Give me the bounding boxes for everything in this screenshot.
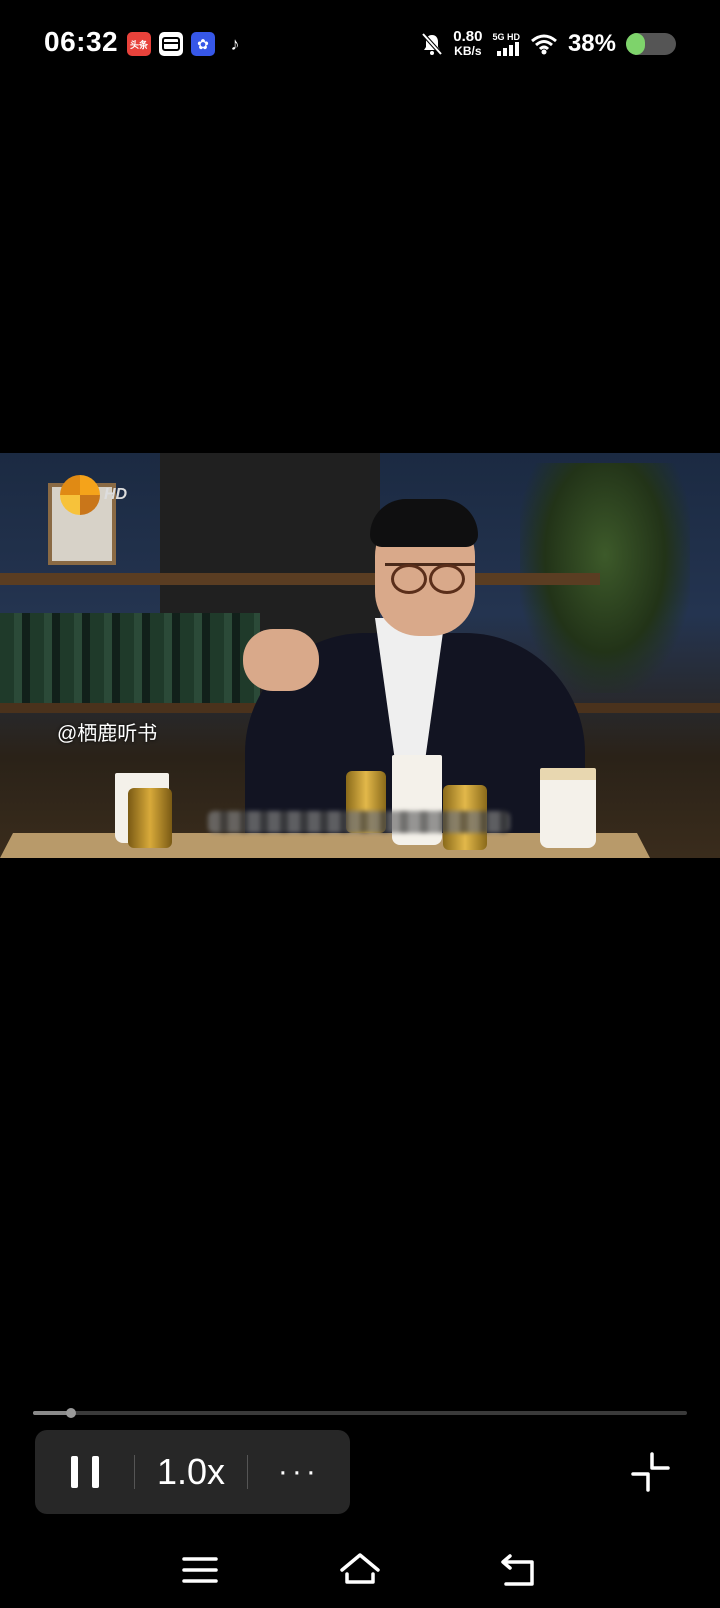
exit-fullscreen-button[interactable] <box>628 1448 676 1496</box>
recent-apps-button[interactable] <box>178 1548 222 1592</box>
back-icon <box>501 1554 534 1586</box>
mute-bell-icon <box>421 32 443 56</box>
card-icon <box>159 32 183 56</box>
signal-label: 5G HD <box>492 32 520 42</box>
host-hand <box>243 629 319 691</box>
status-bar: 06:32 头条 ✿ ♪ 0.80 KB/s 5G HD 38% <box>0 0 720 90</box>
video-watermark: @栖鹿听书 <box>57 723 158 745</box>
cup <box>540 768 596 848</box>
system-nav-bar <box>0 1530 720 1608</box>
channel-logo: HD <box>60 475 127 515</box>
status-indicators: 0.80 KB/s 5G HD 38% <box>421 26 676 62</box>
battery-percent: 38% <box>567 30 616 57</box>
back-button[interactable] <box>498 1548 542 1592</box>
host-glasses <box>385 563 475 594</box>
drink-can <box>128 788 172 848</box>
channel-logo-hd: HD <box>104 486 128 503</box>
home-button[interactable] <box>338 1548 382 1592</box>
exit-fullscreen-icon <box>631 1452 670 1492</box>
more-options-button[interactable]: ··· <box>248 1430 350 1514</box>
pause-icon <box>70 1456 99 1488</box>
home-icon <box>340 1553 380 1584</box>
battery-fill <box>626 33 645 55</box>
progress-thumb[interactable] <box>65 1408 76 1418</box>
wifi-icon <box>530 34 557 55</box>
signal-bars-icon <box>496 42 519 56</box>
net-speed-unit: KB/s <box>454 44 482 58</box>
blurred-subtitle <box>208 811 510 833</box>
net-speed-value: 0.80 <box>453 28 483 45</box>
bookshelf-books <box>0 613 260 703</box>
host-hair <box>370 499 478 547</box>
blue-app-icon: ✿ <box>191 32 215 56</box>
shelf <box>0 573 600 585</box>
battery-icon <box>626 33 676 55</box>
net-speed: 0.80 KB/s <box>453 29 482 59</box>
playback-speed-button[interactable]: 1.0x <box>135 1430 246 1514</box>
video-frame[interactable]: HD @栖鹿听书 <box>0 453 720 858</box>
pause-button[interactable] <box>35 1430 134 1514</box>
notification-icons: 头条 ✿ ♪ <box>127 32 247 56</box>
menu-icon <box>182 1557 218 1583</box>
playback-controls: 1.0x ··· <box>35 1430 350 1514</box>
tiktok-icon: ♪ <box>230 33 240 54</box>
status-clock: 06:32 <box>44 26 119 57</box>
toutiao-icon: 头条 <box>127 32 151 56</box>
phoenix-logo-icon <box>60 475 100 515</box>
progress-bar[interactable] <box>33 1408 687 1418</box>
cellular-signal: 5G HD <box>492 32 520 56</box>
